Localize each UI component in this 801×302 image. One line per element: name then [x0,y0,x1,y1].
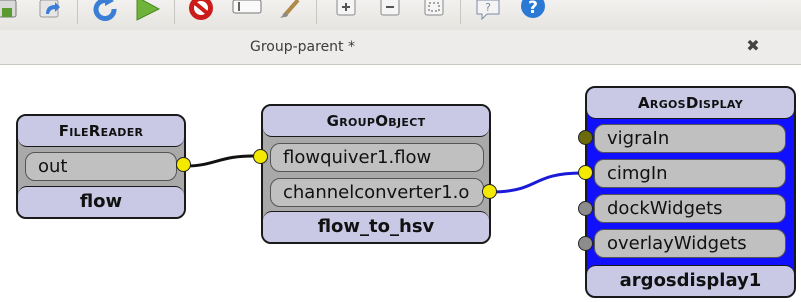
save-icon[interactable] [0,0,24,24]
redo-icon[interactable] [36,0,66,24]
node-filereader[interactable]: FileReader out flow [16,114,186,219]
node-groupobject-title: GroupObject [263,106,489,137]
zoom-in-icon[interactable] [332,0,362,24]
stop-icon[interactable] [186,0,216,24]
wire-channelconverter-to-cimgin [490,171,583,194]
toolbar: ? ? [0,0,801,30]
node-filereader-instance: flow [18,186,184,217]
port-vigrain[interactable]: vigraIn [594,124,786,153]
tab-title[interactable]: Group-parent * [0,39,605,55]
brush-icon[interactable] [276,0,306,24]
port-channelconverter1-o-connector[interactable] [482,184,497,199]
svg-text:?: ? [485,1,491,14]
port-out[interactable]: out [25,152,177,181]
port-cimgin[interactable]: cimgIn [594,159,786,188]
port-dockwidgets[interactable]: dockWidgets [594,194,786,223]
port-vigrain-connector[interactable] [578,130,593,145]
whats-this-icon[interactable]: ? [474,0,504,24]
zoom-out-icon[interactable] [376,0,406,24]
help-icon[interactable]: ? [518,0,548,24]
svg-text:?: ? [528,0,538,18]
toolbar-separator [174,0,175,24]
toolbar-separator [316,0,317,24]
node-groupobject-instance: flow_to_hsv [263,211,489,242]
port-cimgin-connector[interactable] [578,165,593,180]
run-icon[interactable] [132,0,162,24]
port-out-connector[interactable] [176,157,191,172]
port-overlaywidgets-connector[interactable] [578,236,593,251]
node-filereader-title: FileReader [18,116,184,147]
port-flowquiver1-flow-connector[interactable] [253,149,268,164]
refresh-icon[interactable] [90,0,120,24]
toolbar-separator [77,0,78,24]
node-argosdisplay-instance: argosdisplay1 [587,265,794,296]
fit-icon[interactable] [420,0,450,24]
port-dockwidgets-connector[interactable] [578,201,593,216]
graph-canvas[interactable]: FileReader out flow GroupObject flowquiv… [0,65,801,302]
tab-bar: Group-parent * ✖ [0,30,801,65]
node-argosdisplay-title: ArgosDisplay [587,88,794,119]
port-flowquiver1-flow[interactable]: flowquiver1.flow [270,143,484,172]
toolbar-separator [460,0,461,24]
port-overlaywidgets[interactable]: overlayWidgets [594,229,786,258]
port-channelconverter1-o[interactable]: channelconverter1.o [270,178,484,207]
node-groupobject[interactable]: GroupObject flowquiver1.flow channelconv… [261,104,491,244]
wire-out-to-flowquiver [185,154,258,168]
node-argosdisplay[interactable]: ArgosDisplay vigraIn cimgIn dockWidgets … [585,86,796,298]
text-field-icon[interactable] [230,0,262,24]
close-tab-icon[interactable]: ✖ [744,37,762,55]
